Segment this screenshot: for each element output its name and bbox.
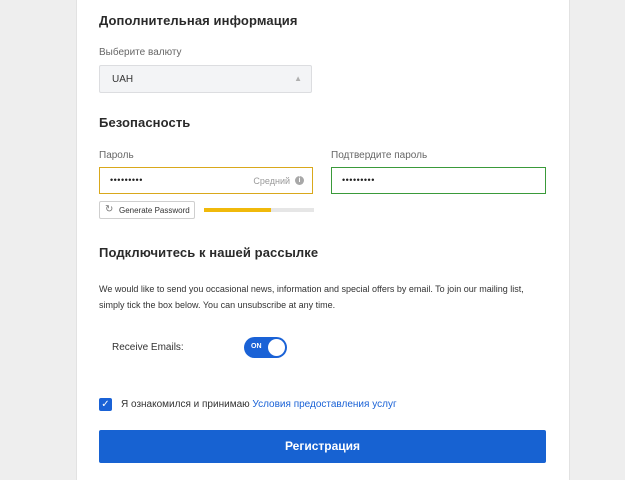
password-label: Пароль — [99, 150, 134, 161]
security-heading: Безопасность — [99, 115, 191, 130]
confirm-password-input[interactable]: ••••••••• — [331, 167, 546, 194]
receive-emails-toggle[interactable]: ON — [244, 337, 287, 358]
password-input[interactable]: ••••••••• Средний i — [99, 167, 313, 194]
confirm-password-value: ••••••••• — [342, 175, 375, 185]
generate-password-label: Generate Password — [119, 206, 190, 215]
confirm-password-label: Подтвердите пароль — [331, 150, 428, 161]
toggle-knob — [268, 339, 285, 356]
additional-info-heading: Дополнительная информация — [99, 13, 298, 28]
password-strength-fill — [204, 208, 272, 212]
newsletter-description: We would like to send you occasional new… — [99, 284, 524, 310]
currency-label: Выберите валюту — [99, 47, 182, 58]
refresh-icon: ↻ — [105, 204, 114, 215]
terms-link[interactable]: Условия предоставления услуг — [252, 399, 396, 410]
info-icon[interactable]: i — [295, 176, 304, 185]
registration-card: Дополнительная информация Выберите валют… — [76, 0, 570, 480]
currency-value: UAH — [112, 74, 134, 85]
terms-prefix: Я ознакомился и принимаю — [121, 399, 253, 410]
currency-select[interactable]: UAH ▲ — [99, 65, 312, 93]
password-strength-text: Средний — [253, 176, 290, 186]
newsletter-heading: Подключитесь к нашей рассылке — [99, 245, 319, 260]
terms-text: Я ознакомился и принимаю Условия предост… — [121, 399, 397, 410]
terms-checkbox[interactable]: ✓ — [99, 398, 112, 411]
password-value: ••••••••• — [110, 175, 143, 185]
caret-icon: ▲ — [294, 74, 302, 83]
password-strength-bar — [204, 208, 314, 212]
generate-password-button[interactable]: ↻ Generate Password — [99, 201, 195, 219]
receive-emails-label: Receive Emails: — [112, 342, 184, 353]
register-button[interactable]: Регистрация — [99, 430, 546, 463]
toggle-state-text: ON — [251, 343, 262, 350]
